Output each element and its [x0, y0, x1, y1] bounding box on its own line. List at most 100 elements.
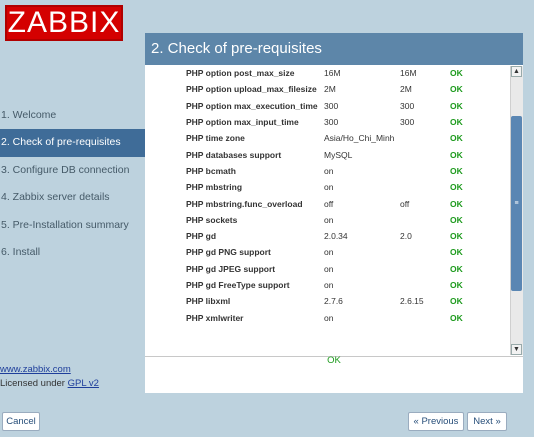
cell-current: 16M: [324, 68, 341, 79]
cell-required: [400, 130, 450, 146]
cell-required: 300: [400, 100, 415, 111]
cell-required: 2.6.15: [400, 296, 424, 307]
cell-name: PHP option upload_max_filesize: [186, 84, 317, 95]
cell-current: on: [324, 312, 334, 323]
cell-current: 300: [324, 100, 339, 111]
cell-current: on: [324, 165, 334, 176]
cell-current: 2M: [324, 84, 336, 95]
cell-required: [400, 261, 450, 277]
cell-result: OK: [450, 100, 463, 111]
cell-name: PHP libxml: [186, 296, 231, 307]
next-button[interactable]: Next »: [467, 412, 507, 431]
cell-name: PHP option post_max_size: [186, 68, 295, 79]
cell-required: [400, 309, 450, 325]
overall-status: OK: [327, 355, 341, 366]
table-row: PHP sockets on OK: [186, 212, 490, 228]
cell-name: PHP mbstring.func_overload: [186, 198, 303, 209]
table-row: PHP libxml 2.7.6 2.6.15 OK: [186, 293, 490, 309]
table-row: PHP mbstring.func_overload off off OK: [186, 195, 490, 211]
table-row: PHP databases support MySQL OK: [186, 146, 490, 162]
cell-name: PHP gd FreeType support: [186, 280, 290, 290]
cell-required: [400, 277, 450, 293]
prerequisite-list: PHP option post_max_size 16M 16M OK PHP opti…: [145, 65, 523, 357]
step-list: 1. Welcome 2. Check of pre-requisites 3.…: [0, 102, 145, 266]
sidebar: ZABBIX 1. Welcome 2. Check of pre-requis…: [0, 0, 145, 437]
table-row: PHP mbstring on OK: [186, 179, 490, 195]
cell-result: OK: [450, 133, 463, 144]
zabbix-site-link[interactable]: www.zabbix.com: [0, 364, 71, 375]
cell-name: PHP mbstring: [186, 182, 243, 193]
table-row: PHP option max_execution_time 300 300 OK: [186, 98, 490, 114]
cell-required: off: [400, 198, 410, 209]
cell-result: OK: [450, 296, 463, 307]
table-row: PHP time zone Asia/Ho_Chi_Minh OK: [186, 130, 490, 146]
cell-result: OK: [450, 231, 463, 242]
cell-name: PHP option max_execution_time: [186, 100, 318, 111]
list-scrollbar[interactable]: ▲ ≡ ▼: [510, 66, 523, 355]
cell-required: [400, 163, 450, 179]
cell-current: 300: [324, 117, 339, 128]
cell-name: PHP option max_input_time: [186, 117, 299, 128]
previous-button[interactable]: « Previous: [408, 412, 464, 431]
step-preinstall-summary: 5. Pre-Installation summary: [1, 218, 129, 231]
cell-name: PHP sockets: [186, 214, 238, 225]
cell-name: PHP bcmath: [186, 165, 236, 176]
table-row: PHP option post_max_size 16M 16M OK: [186, 65, 490, 81]
cell-result: OK: [450, 312, 463, 323]
cell-name: PHP time zone: [186, 133, 245, 144]
cell-current: off: [324, 198, 334, 209]
cancel-button[interactable]: Cancel: [2, 412, 40, 431]
table-row: PHP gd 2.0.34 2.0 OK: [186, 228, 490, 244]
license-text: Licensed under GPL v2: [0, 378, 99, 389]
cell-name: PHP gd PNG support: [186, 247, 271, 258]
cell-current: MySQL: [324, 149, 353, 160]
cell-name: PHP gd: [186, 231, 217, 242]
table-row: PHP option upload_max_filesize 2M 2M OK: [186, 81, 490, 97]
cell-name: PHP databases support: [186, 149, 282, 160]
cell-required: 300: [400, 117, 415, 128]
scroll-down-icon[interactable]: ▼: [511, 344, 522, 355]
cell-required: [400, 146, 450, 162]
cell-result: OK: [450, 198, 463, 209]
cell-result: OK: [450, 149, 463, 160]
cell-current: on: [324, 247, 334, 258]
prerequisite-table: PHP option post_max_size 16M 16M OK PHP opti…: [186, 65, 490, 326]
cell-required: 2M: [400, 84, 412, 95]
cell-current: 2.7.6: [324, 296, 343, 307]
cell-required: [400, 244, 450, 260]
table-row: PHP xmlwriter on OK: [186, 309, 490, 325]
cell-name: PHP xmlwriter: [186, 312, 244, 323]
step-prerequisites: 2. Check of pre-requisites: [0, 129, 145, 157]
cell-result: OK: [450, 280, 463, 290]
cell-result: OK: [450, 214, 463, 225]
cell-required: 2.0: [400, 231, 412, 242]
cell-result: OK: [450, 84, 463, 95]
cell-required: 16M: [400, 68, 417, 79]
cell-current: on: [324, 263, 334, 274]
cell-result: OK: [450, 263, 463, 274]
cell-name: PHP gd JPEG support: [186, 263, 276, 274]
table-row: PHP gd PNG support on OK: [186, 244, 490, 260]
cell-current: on: [324, 182, 334, 193]
table-row: PHP bcmath on OK: [186, 163, 490, 179]
cell-current: on: [324, 280, 334, 290]
cell-required: [400, 179, 450, 195]
cell-result: OK: [450, 117, 463, 128]
scroll-thumb[interactable]: ≡: [511, 116, 522, 291]
gpl-link[interactable]: GPL v2: [68, 378, 99, 389]
cell-result: OK: [450, 68, 463, 79]
step-install: 6. Install: [1, 245, 41, 258]
cell-current: Asia/Ho_Chi_Minh: [324, 133, 395, 144]
panel-title: 2. Check of pre-requisites: [145, 33, 523, 65]
cell-current: 2.0.34: [324, 231, 348, 242]
zabbix-logo: ZABBIX: [5, 5, 123, 41]
step-server-details: 4. Zabbix server details: [1, 191, 110, 204]
license-prefix: Licensed under: [0, 378, 65, 389]
cell-current: on: [324, 214, 334, 225]
cell-result: OK: [450, 182, 463, 193]
table-row: PHP gd FreeType support on OK: [186, 277, 490, 293]
cell-result: OK: [450, 165, 463, 176]
step-welcome: 1. Welcome: [1, 109, 57, 121]
scroll-up-icon[interactable]: ▲: [511, 66, 522, 77]
cell-required: [400, 212, 450, 228]
